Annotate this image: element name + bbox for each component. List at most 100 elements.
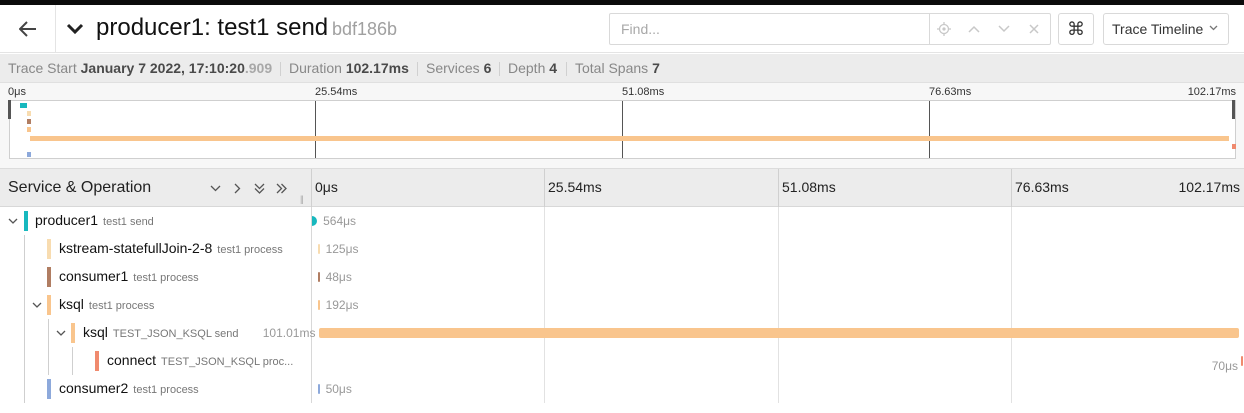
chevron-down-icon <box>56 330 66 336</box>
span-service-name[interactable]: consumer1 test1 process <box>59 268 199 284</box>
locate-button[interactable] <box>933 18 955 40</box>
back-button[interactable] <box>14 15 42 43</box>
timeline-gridline <box>1011 291 1012 319</box>
timeline-gridline <box>1011 169 1012 207</box>
chevron-right-icon <box>234 183 240 193</box>
operation-name: test1 process <box>217 244 283 256</box>
service-color-marker <box>47 295 51 315</box>
timeline-gridline <box>1011 375 1012 403</box>
expand-one-button[interactable] <box>228 180 246 196</box>
collapse-all-button[interactable] <box>250 180 268 196</box>
expand-toggle[interactable] <box>54 326 68 340</box>
timeline-gridline <box>1011 207 1012 235</box>
timeline-gridline <box>1011 263 1012 291</box>
service-name: consumer2 <box>59 380 129 396</box>
minimap-left-handle[interactable] <box>8 100 11 119</box>
minimap-span-bar <box>27 119 32 125</box>
minimap-right-handle[interactable] <box>1232 100 1235 119</box>
span-duration-label: 192μs <box>325 298 359 312</box>
service-name: ksql <box>59 296 84 312</box>
span-name-cell[interactable]: connect TEST_JSON_KSQL proc... <box>0 347 311 375</box>
span-duration-label: 564μs <box>323 214 357 228</box>
minimap-tick-label: 102.17ms <box>1187 86 1236 98</box>
timeline-gridline <box>778 207 779 235</box>
span-row[interactable]: ksql test1 process 192μs <box>0 291 1244 319</box>
column-resizer[interactable]: || <box>300 194 304 204</box>
tree-guide-line <box>24 291 25 319</box>
trace-minimap[interactable]: 0μs 25.54ms 51.08ms 76.63ms 102.17ms <box>0 83 1244 169</box>
span-bar[interactable] <box>317 272 320 282</box>
span-row[interactable]: connect TEST_JSON_KSQL proc... 70μs <box>0 347 1244 375</box>
caret-down-icon <box>1209 25 1218 31</box>
column-divider <box>311 263 312 291</box>
span-row[interactable]: kstream-statefullJoin-2-8 test1 process 12… <box>0 235 1244 263</box>
span-bar[interactable] <box>319 328 1239 338</box>
service-name: ksql <box>83 324 108 340</box>
expand-toggle[interactable] <box>30 298 44 312</box>
timeline-tick-label: 25.54ms <box>548 179 602 195</box>
view-selector[interactable]: Trace Timeline <box>1103 13 1229 45</box>
operation-name: test1 process <box>88 300 155 312</box>
tree-guide-line <box>24 235 25 263</box>
span-row[interactable]: ksql TEST_JSON_KSQL send 101.01ms <box>0 319 1244 347</box>
minimap-tick-label: 51.08ms <box>622 86 665 98</box>
service-color-marker <box>47 239 51 259</box>
span-bar[interactable] <box>317 384 320 394</box>
minimap-span-bar <box>1232 143 1237 149</box>
chevron-up-icon <box>968 25 980 33</box>
service-color-marker <box>24 211 28 231</box>
command-icon: ⌘ <box>1067 18 1085 39</box>
expand-toggle[interactable] <box>6 214 20 228</box>
prev-match-button[interactable] <box>963 18 985 40</box>
keyboard-shortcuts-button[interactable]: ⌘ <box>1058 13 1094 45</box>
collapse-one-button[interactable] <box>206 180 224 196</box>
timeline-gridline <box>544 347 545 375</box>
double-chevron-right-icon <box>276 183 287 193</box>
span-name-cell[interactable]: consumer2 test1 process <box>0 375 311 403</box>
timeline-gridline <box>778 375 779 403</box>
trace-title: producer1: test1 send <box>96 14 329 41</box>
minimap-canvas[interactable] <box>9 100 1237 159</box>
span-rows: producer1 test1 send 564μs kstream-stateful… <box>0 207 1244 413</box>
span-name-cell[interactable]: kstream-statefullJoin-2-8 test1 process <box>0 235 311 263</box>
span-row[interactable]: consumer2 test1 process 50μs <box>0 375 1244 403</box>
service-operation-title: Service & Operation <box>8 179 152 196</box>
span-service-name[interactable]: ksql test1 process <box>59 296 154 312</box>
target-icon <box>937 22 951 36</box>
span-bar[interactable] <box>317 244 320 254</box>
span-name-cell[interactable]: consumer1 test1 process <box>0 263 311 291</box>
expand-all-button[interactable] <box>272 180 290 196</box>
clear-find-button[interactable] <box>1023 18 1045 40</box>
span-bar[interactable] <box>317 300 320 310</box>
view-selector-label: Trace Timeline <box>1112 21 1204 37</box>
header-divider <box>55 5 56 53</box>
span-service-name[interactable]: kstream-statefullJoin-2-8 test1 process <box>59 240 283 256</box>
tree-guide-line <box>48 319 49 347</box>
span-service-name[interactable]: connect TEST_JSON_KSQL proc... <box>107 352 293 368</box>
collapse-header-button[interactable] <box>63 17 87 41</box>
next-match-button[interactable] <box>993 18 1015 40</box>
span-row[interactable]: consumer1 test1 process 48μs <box>0 263 1244 291</box>
find-box <box>609 13 1051 45</box>
span-service-name[interactable]: ksql TEST_JSON_KSQL send <box>83 324 238 340</box>
trace-header: producer1: test1 send bdf186b ⌘ Trace Ti… <box>0 5 1244 53</box>
span-name-cell[interactable]: ksql test1 process <box>0 291 311 319</box>
timeline-gridline <box>544 263 545 291</box>
span-name-cell[interactable]: producer1 test1 send <box>0 207 311 235</box>
service-name: producer1 <box>35 212 99 228</box>
span-service-name[interactable]: producer1 test1 send <box>35 212 154 228</box>
timeline-gridline <box>1011 347 1012 375</box>
span-duration-label: 101.01ms <box>262 326 316 340</box>
chevron-down-icon <box>32 302 42 308</box>
operation-name: TEST_JSON_KSQL proc... <box>161 356 294 368</box>
find-input[interactable] <box>610 14 930 44</box>
operation-name: test1 send <box>103 216 154 228</box>
span-bar[interactable] <box>312 216 318 226</box>
trace-start-stat: Trace Start January 7 2022, 17:10:20.909 <box>8 60 273 76</box>
span-service-name[interactable]: consumer2 test1 process <box>59 380 199 396</box>
operation-name: TEST_JSON_KSQL send <box>112 328 239 340</box>
span-bar[interactable] <box>1241 356 1244 366</box>
column-divider <box>311 169 312 207</box>
span-row[interactable]: producer1 test1 send 564μs <box>0 207 1244 235</box>
column-divider <box>311 375 312 403</box>
